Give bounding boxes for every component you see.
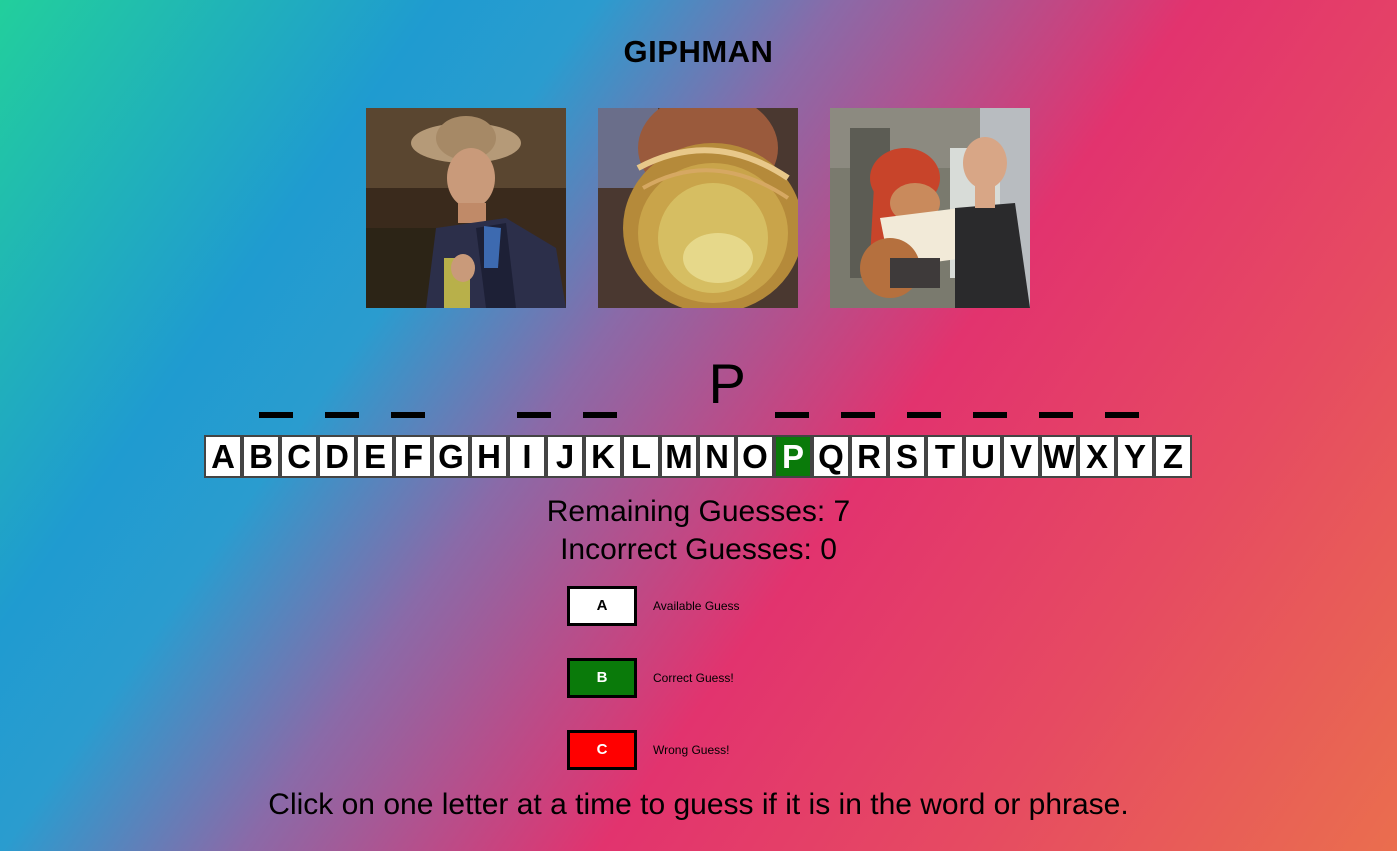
word-blank-slot: [840, 356, 875, 420]
legend-correct-label: Correct Guess!: [653, 671, 734, 685]
letter-key-z[interactable]: Z: [1154, 435, 1192, 478]
gif-man-eating-outdoors-icon: [366, 108, 566, 308]
word-space: [457, 356, 485, 420]
letter-key-b[interactable]: B: [242, 435, 280, 478]
word-display: P: [0, 350, 1397, 420]
word-blank-slot: [258, 356, 293, 420]
legend-wrong-label: Wrong Guess!: [653, 743, 730, 757]
gif-cartoon-scene-icon: [830, 108, 1030, 308]
letter-key-f[interactable]: F: [394, 435, 432, 478]
word-blank-slot: [1104, 356, 1139, 420]
letter-key-q[interactable]: Q: [812, 435, 850, 478]
word-blank-slot: [516, 356, 551, 420]
gif-image-1: [366, 108, 566, 308]
instructions-text: Click on one letter at a time to guess i…: [268, 788, 1129, 821]
letter-key-t[interactable]: T: [926, 435, 964, 478]
legend-available-box: A: [567, 586, 637, 626]
legend-correct: B Correct Guess!: [567, 658, 734, 698]
word-revealed-letter: P: [708, 352, 746, 420]
letter-key-c[interactable]: C: [280, 435, 318, 478]
word-blank-slot: [774, 356, 809, 420]
letter-key-x[interactable]: X: [1078, 435, 1116, 478]
gif-image-3: [830, 108, 1030, 308]
word-blank-slot: [390, 356, 425, 420]
page-title: GIPHMAN: [623, 34, 774, 69]
word-blank-slot: [582, 356, 617, 420]
word-blank-slot: [972, 356, 1007, 420]
letter-key-o[interactable]: O: [736, 435, 774, 478]
word-blank-slot: [324, 356, 359, 420]
letter-key-r[interactable]: R: [850, 435, 888, 478]
letter-key-w[interactable]: W: [1040, 435, 1078, 478]
gif-jar-closeup-icon: [598, 108, 798, 308]
incorrect-guesses: Incorrect Guesses: 0: [560, 533, 837, 566]
letter-key-y[interactable]: Y: [1116, 435, 1154, 478]
word-space: [649, 356, 677, 420]
letter-key-p[interactable]: P: [774, 435, 812, 478]
letter-key-i[interactable]: I: [508, 435, 546, 478]
legend-wrong: C Wrong Guess!: [567, 730, 729, 770]
letter-key-k[interactable]: K: [584, 435, 622, 478]
letter-key-h[interactable]: H: [470, 435, 508, 478]
revealed-letter-text: P: [708, 352, 746, 415]
legend-available-label: Available Guess: [653, 599, 740, 613]
letter-key-e[interactable]: E: [356, 435, 394, 478]
word-blank-slot: [1038, 356, 1073, 420]
letter-key-l[interactable]: L: [622, 435, 660, 478]
legend-correct-box: B: [567, 658, 637, 698]
letter-key-s[interactable]: S: [888, 435, 926, 478]
legend-wrong-box: C: [567, 730, 637, 770]
gif-gallery: [366, 108, 1030, 308]
gif-image-2: [598, 108, 798, 308]
letter-key-m[interactable]: M: [660, 435, 698, 478]
remaining-guesses: Remaining Guesses: 7: [546, 495, 851, 528]
legend-available: A Available Guess: [567, 586, 740, 626]
letter-key-g[interactable]: G: [432, 435, 470, 478]
letter-key-v[interactable]: V: [1002, 435, 1040, 478]
letter-keyboard: ABCDEFGHIJKLMNOPQRSTUVWXYZ: [204, 435, 1192, 478]
letter-key-a[interactable]: A: [204, 435, 242, 478]
word-blank-slot: [906, 356, 941, 420]
letter-key-n[interactable]: N: [698, 435, 736, 478]
letter-key-d[interactable]: D: [318, 435, 356, 478]
letter-key-j[interactable]: J: [546, 435, 584, 478]
letter-key-u[interactable]: U: [964, 435, 1002, 478]
